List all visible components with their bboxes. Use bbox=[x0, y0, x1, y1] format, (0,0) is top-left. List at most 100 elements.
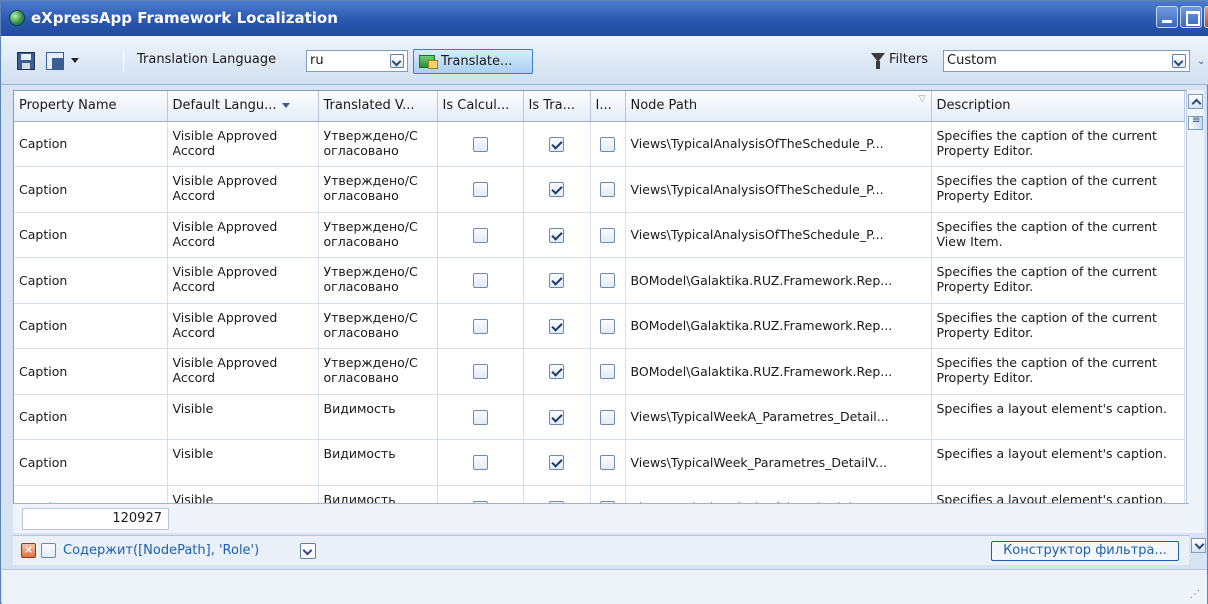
default-language-cell[interactable]: Visible Approved Accord bbox=[167, 257, 319, 304]
scrollbar-thumb[interactable] bbox=[1188, 115, 1203, 130]
node-path-cell[interactable]: BOModel\Galaktika.RUZ.Framework.Rep... bbox=[625, 257, 932, 304]
checkbox[interactable] bbox=[600, 273, 615, 289]
is-calculated-cell[interactable] bbox=[437, 348, 524, 395]
checked-checkbox[interactable] bbox=[549, 227, 564, 243]
i-cell[interactable] bbox=[590, 303, 626, 349]
description-cell[interactable]: Specifies the caption of the current Pro… bbox=[931, 257, 1185, 304]
save-dropdown-caret[interactable] bbox=[71, 58, 79, 63]
is-calculated-cell[interactable] bbox=[437, 121, 524, 167]
filters-select[interactable]: Custom bbox=[943, 50, 1190, 72]
i-cell[interactable] bbox=[590, 348, 626, 395]
property-name-cell[interactable]: Caption bbox=[14, 348, 168, 395]
is-translated-cell[interactable] bbox=[523, 166, 591, 213]
description-cell[interactable]: Specifies the caption of the current Pro… bbox=[931, 348, 1185, 395]
checkbox[interactable] bbox=[600, 455, 615, 471]
checkbox[interactable] bbox=[472, 227, 488, 243]
filter-builder-button[interactable]: Конструктор фильтра... bbox=[991, 541, 1179, 561]
checked-checkbox[interactable] bbox=[549, 182, 564, 198]
is-translated-cell[interactable] bbox=[523, 212, 591, 258]
translated-value-cell[interactable]: Утверждено/Согласовано bbox=[318, 121, 438, 167]
is-translated-cell[interactable] bbox=[523, 303, 591, 349]
table-row[interactable]: Caption Visible Approved Accord Утверждено… bbox=[14, 121, 1185, 167]
checkbox[interactable] bbox=[600, 409, 615, 425]
checked-checkbox[interactable] bbox=[549, 409, 564, 425]
node-path-cell[interactable]: Views\TypicalAnalysisOfTheSchedule_P... bbox=[625, 121, 932, 167]
scroll-up-icon[interactable] bbox=[1188, 94, 1203, 109]
checkbox[interactable] bbox=[472, 409, 488, 425]
i-cell[interactable] bbox=[590, 121, 626, 167]
column-header-is-translated[interactable]: Is Tra... bbox=[523, 91, 591, 122]
description-cell[interactable]: Specifies a layout element's caption. bbox=[931, 439, 1185, 486]
is-calculated-cell[interactable] bbox=[437, 166, 524, 213]
save-as-icon[interactable] bbox=[46, 52, 64, 70]
translated-value-cell[interactable]: Утверждено/Согласовано bbox=[318, 166, 438, 213]
toolbar-overflow-icon[interactable]: ⌄ bbox=[1197, 56, 1205, 67]
i-cell[interactable] bbox=[590, 439, 626, 486]
checked-checkbox[interactable] bbox=[549, 318, 564, 334]
translation-language-select[interactable]: ru bbox=[306, 50, 408, 72]
column-header-node-path[interactable]: Node Path ▽ bbox=[625, 91, 932, 122]
column-header-translated-value[interactable]: Translated V... bbox=[318, 91, 438, 122]
chevron-down-icon[interactable] bbox=[390, 54, 404, 68]
node-path-cell[interactable]: Views\TypicalWeekA_Parametres_Detail... bbox=[625, 394, 932, 440]
table-row[interactable]: Caption Visible Видимость Views\TypicalWeek… bbox=[14, 394, 1185, 440]
checkbox[interactable] bbox=[600, 136, 615, 152]
default-language-cell[interactable]: Visible Approved Accord bbox=[167, 212, 319, 258]
node-path-cell[interactable]: Views\TypicalAnalysisOfTheSchedule_P... bbox=[625, 212, 932, 258]
is-calculated-cell[interactable] bbox=[437, 303, 524, 349]
property-name-cell[interactable]: Caption bbox=[14, 394, 168, 440]
checkbox[interactable] bbox=[472, 182, 488, 198]
checked-checkbox[interactable] bbox=[549, 455, 564, 471]
translation-grid[interactable]: Property Name Default Langu... Translate… bbox=[13, 90, 1189, 533]
vertical-scrollbar[interactable] bbox=[1186, 90, 1204, 533]
filter-expression[interactable]: Содержит([NodePath], 'Role') bbox=[63, 543, 259, 558]
minimize-button[interactable] bbox=[1156, 6, 1178, 28]
table-row[interactable]: Caption Visible Approved Accord Утверждено… bbox=[14, 303, 1185, 349]
default-language-cell[interactable]: Visible Approved Accord bbox=[167, 166, 319, 213]
checkbox[interactable] bbox=[600, 227, 615, 243]
default-language-cell[interactable]: Visible bbox=[167, 439, 319, 486]
translate-button[interactable]: Translate... bbox=[413, 49, 533, 74]
description-cell[interactable]: Specifies a layout element's caption. bbox=[931, 394, 1185, 440]
close-button[interactable] bbox=[1204, 6, 1208, 28]
resize-grip-icon[interactable]: ⋰ bbox=[1190, 589, 1200, 600]
column-header-description[interactable]: Description bbox=[931, 91, 1185, 122]
translated-value-cell[interactable]: Утверждено/Согласовано bbox=[318, 212, 438, 258]
checkbox[interactable] bbox=[600, 182, 615, 198]
is-calculated-cell[interactable] bbox=[437, 439, 524, 486]
description-cell[interactable]: Specifies the caption of the current Vie… bbox=[931, 212, 1185, 258]
is-translated-cell[interactable] bbox=[523, 257, 591, 304]
table-row[interactable]: Caption Visible Approved Accord Утверждено… bbox=[14, 257, 1185, 304]
default-language-cell[interactable]: Visible Approved Accord bbox=[167, 348, 319, 395]
table-row[interactable]: Caption Visible Видимость Views\TypicalWeek… bbox=[14, 439, 1185, 486]
translated-value-cell[interactable]: Утверждено/Согласовано bbox=[318, 348, 438, 395]
property-name-cell[interactable]: Caption bbox=[14, 257, 168, 304]
is-translated-cell[interactable] bbox=[523, 439, 591, 486]
i-cell[interactable] bbox=[590, 394, 626, 440]
scroll-down-icon[interactable] bbox=[1191, 538, 1206, 553]
node-path-cell[interactable]: BOModel\Galaktika.RUZ.Framework.Rep... bbox=[625, 348, 932, 395]
is-translated-cell[interactable] bbox=[523, 348, 591, 395]
default-language-cell[interactable]: Visible bbox=[167, 394, 319, 440]
table-row[interactable]: Caption Visible Approved Accord Утверждено… bbox=[14, 212, 1185, 258]
is-calculated-cell[interactable] bbox=[437, 212, 524, 258]
property-name-cell[interactable]: Caption bbox=[14, 121, 168, 167]
table-row[interactable]: Caption Visible Approved Accord Утверждено… bbox=[14, 166, 1185, 213]
default-language-cell[interactable]: Visible Approved Accord bbox=[167, 303, 319, 349]
default-language-cell[interactable]: Visible Approved Accord bbox=[167, 121, 319, 167]
is-calculated-cell[interactable] bbox=[437, 257, 524, 304]
checkbox[interactable] bbox=[472, 136, 488, 152]
translated-value-cell[interactable]: Видимость bbox=[318, 394, 438, 440]
checkbox[interactable] bbox=[600, 318, 615, 334]
checkbox[interactable] bbox=[472, 318, 488, 334]
title-bar[interactable]: eXpressApp Framework Localization bbox=[1, 1, 1208, 36]
filter-enable-checkbox[interactable] bbox=[41, 543, 56, 558]
clear-filter-button[interactable]: × bbox=[21, 543, 36, 558]
checked-checkbox[interactable] bbox=[549, 364, 564, 380]
translated-value-cell[interactable]: Видимость bbox=[318, 439, 438, 486]
property-name-cell[interactable]: Caption bbox=[14, 439, 168, 486]
property-name-cell[interactable]: Caption bbox=[14, 303, 168, 349]
checkbox[interactable] bbox=[472, 364, 488, 380]
description-cell[interactable]: Specifies the caption of the current Pro… bbox=[931, 121, 1185, 167]
filter-history-dropdown[interactable] bbox=[300, 543, 316, 559]
